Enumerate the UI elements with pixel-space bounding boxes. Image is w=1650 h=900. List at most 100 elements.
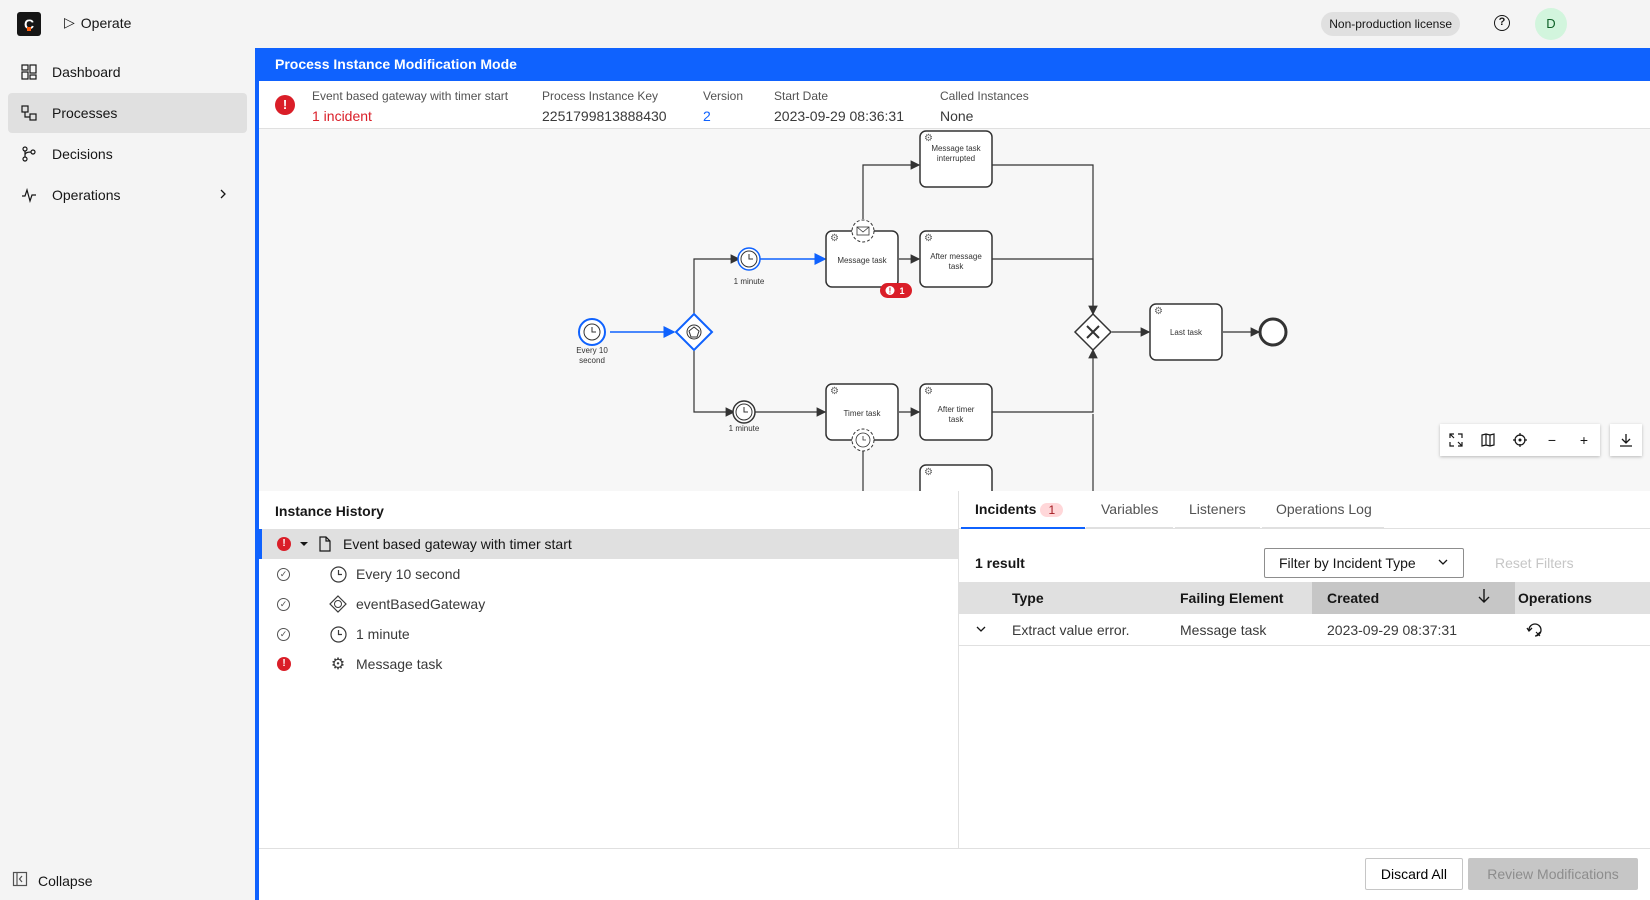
tab-listeners[interactable]: Listeners (1189, 501, 1246, 517)
sidebar-item-dashboard[interactable]: Dashboard (8, 52, 247, 92)
history-row[interactable]: ! ⚙ Message task (259, 649, 958, 679)
table-row[interactable]: Extract value error. Message task 2023-0… (959, 614, 1650, 646)
called-label: Called Instances (940, 89, 1029, 103)
gear-icon: ⚙ (830, 386, 839, 397)
start-event-label: Every 10 second (576, 346, 608, 365)
tab-underline (1086, 527, 1173, 529)
event-based-gateway[interactable] (674, 312, 714, 352)
tab-operations-log[interactable]: Operations Log (1276, 501, 1372, 517)
review-modifications-button[interactable]: Review Modifications (1468, 858, 1638, 890)
bpmn-diagram[interactable]: Every 10 second 1 minute 1 minute ⚙ Mess… (259, 129, 1650, 491)
tab-underline-active (961, 527, 1085, 529)
retry-icon[interactable] (1526, 621, 1544, 642)
play-icon: ▷ (64, 14, 75, 30)
tab-variables[interactable]: Variables (1101, 501, 1158, 517)
timer-task[interactable]: ⚙ Timer task (825, 383, 899, 452)
result-count: 1 result (975, 555, 1025, 571)
timer-catch-event-bottom[interactable]: 1 minute (729, 400, 760, 433)
failing-element: Message task (1180, 622, 1267, 638)
after-timer-task[interactable]: ⚙ After timer task (919, 383, 993, 441)
reset-filters-button[interactable]: Reset Filters (1495, 555, 1574, 571)
gear-icon: ⚙ (924, 467, 933, 478)
avatar[interactable]: D (1535, 8, 1567, 40)
incident-count-link[interactable]: 1 incident (312, 108, 508, 124)
timer-bottom-label: 1 minute (729, 424, 760, 433)
collapse-icon (12, 871, 28, 890)
end-event[interactable] (1258, 317, 1288, 347)
completed-status-icon: ✓ (277, 627, 290, 641)
zoom-in-icon[interactable]: + (1568, 424, 1600, 456)
version-link[interactable]: 2 (703, 108, 743, 124)
sort-descending-icon[interactable] (1477, 588, 1491, 607)
expand-row-icon[interactable] (975, 622, 987, 638)
decisions-icon (20, 145, 38, 163)
instance-history: Instance History ! Event based gateway w… (259, 491, 959, 848)
incidents-panel: Incidents 1 Variables Listeners Operation… (959, 491, 1650, 848)
sidebar-item-decisions[interactable]: Decisions (8, 134, 247, 174)
dashboard-icon (20, 63, 38, 81)
gear-icon: ⚙ (330, 656, 346, 673)
chevron-right-icon (217, 187, 229, 203)
tab-label: Incidents (975, 501, 1037, 517)
column-failing-element[interactable]: Failing Element (1180, 590, 1283, 606)
camunda-logo[interactable]: C (17, 12, 41, 36)
version-label: Version (703, 89, 744, 103)
history-row-label: Every 10 second (356, 566, 461, 582)
header-process: Event based gateway with timer start 1 i… (312, 89, 508, 124)
incidents-table-header: Type Failing Element Created Operations (959, 582, 1650, 614)
gear-icon: ⚙ (924, 386, 933, 397)
timer-task-label: Timer task (843, 409, 881, 418)
key-value: 2251799813888430 (542, 108, 667, 124)
start-event-timer[interactable]: Every 10 second (576, 318, 608, 365)
collapse-button[interactable]: Collapse (12, 871, 92, 890)
document-icon (316, 535, 334, 553)
header-key: Process Instance Key 2251799813888430 (542, 89, 667, 124)
chevron-down-icon (1437, 549, 1449, 577)
timer-catch-event-top[interactable]: 1 minute (734, 247, 765, 286)
partial-task[interactable]: ⚙ (919, 464, 993, 491)
center-icon[interactable] (1504, 424, 1536, 456)
interrupted-label: Message task interrupted (931, 144, 981, 163)
after-message-task[interactable]: ⚙ After message task (919, 230, 993, 288)
sidebar-item-label: Operations (52, 187, 121, 203)
app-switcher[interactable]: ▷ Operate (64, 14, 131, 31)
sidebar-item-processes[interactable]: Processes (8, 93, 247, 133)
minimap-icon[interactable] (1472, 424, 1504, 456)
last-task[interactable]: ⚙ Last task (1149, 303, 1223, 361)
incident-status-icon: ! (277, 657, 291, 671)
sidebar-item-label: Dashboard (52, 64, 121, 80)
history-row[interactable]: ✓ eventBasedGateway (259, 589, 958, 619)
incident-marker[interactable]: ! 1 (880, 283, 912, 298)
fullscreen-icon[interactable] (1440, 424, 1472, 456)
incident-type-filter[interactable]: Filter by Incident Type (1264, 548, 1464, 578)
tab-underline (1175, 527, 1260, 529)
message-task-interrupted[interactable]: ⚙ Message task interrupted (919, 130, 993, 188)
tab-underline (1262, 527, 1384, 529)
column-type[interactable]: Type (1012, 590, 1044, 606)
caret-down-icon[interactable] (295, 535, 313, 553)
license-badge[interactable]: Non-production license (1321, 12, 1460, 36)
history-row[interactable]: ✓ 1 minute (259, 619, 958, 649)
app-name: Operate (80, 14, 132, 31)
processes-icon (20, 104, 38, 122)
filter-label: Filter by Incident Type (1279, 555, 1416, 571)
key-label: Process Instance Key (542, 89, 659, 103)
history-row[interactable]: ! Event based gateway with timer start (259, 529, 958, 559)
message-task[interactable]: ⚙ Message task (825, 219, 899, 288)
sidebar-item-operations[interactable]: Operations (8, 175, 247, 215)
completed-status-icon: ✓ (277, 567, 290, 581)
process-instance-panel: Process Instance Modification Mode ! Eve… (255, 48, 1650, 900)
download-icon[interactable] (1610, 424, 1642, 456)
sidebar: Dashboard Processes Decisions Operations… (0, 48, 255, 900)
zoom-out-icon[interactable]: − (1536, 424, 1568, 456)
column-created[interactable]: Created (1327, 590, 1379, 606)
called-value: None (940, 108, 974, 124)
help-icon[interactable]: ? (1494, 15, 1510, 31)
timer-top-label: 1 minute (734, 277, 765, 286)
modification-mode-banner: Process Instance Modification Mode (255, 48, 1650, 81)
exclusive-gateway[interactable] (1073, 312, 1113, 352)
history-row[interactable]: ✓ Every 10 second (259, 559, 958, 589)
history-row-label: eventBasedGateway (356, 596, 486, 612)
discard-all-button[interactable]: Discard All (1364, 858, 1463, 890)
tab-incidents[interactable]: Incidents 1 (975, 501, 1064, 517)
